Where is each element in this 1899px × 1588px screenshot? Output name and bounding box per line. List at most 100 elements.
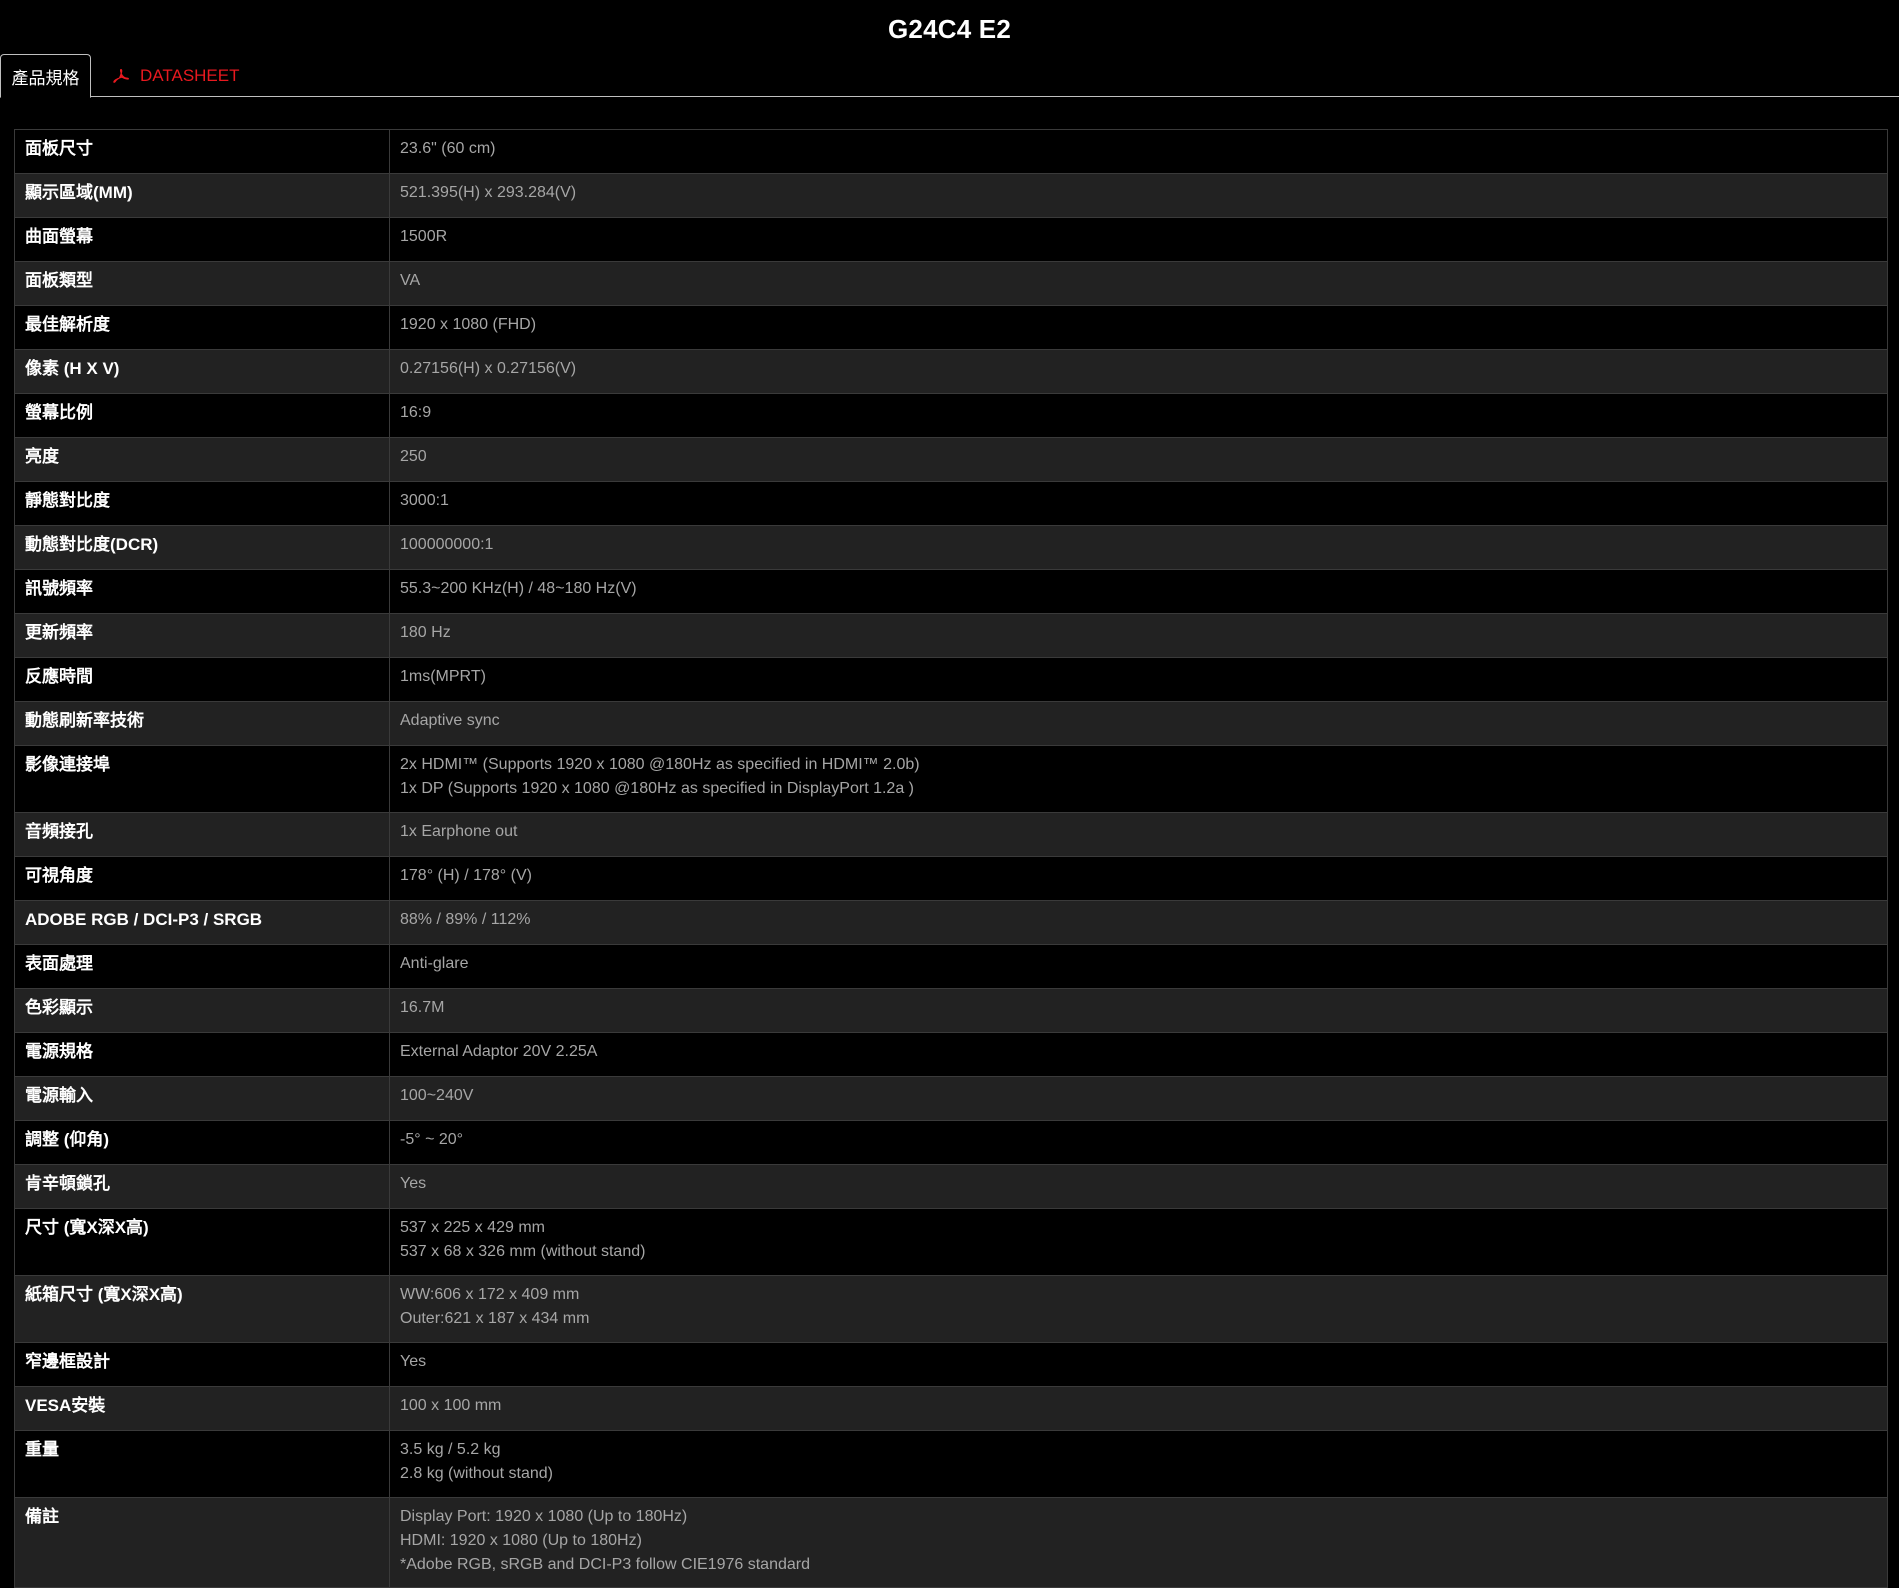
spec-value-line: 55.3~200 KHz(H) / 48~180 Hz(V) — [400, 580, 637, 597]
table-row: 窄邊框設計 Yes — [14, 1342, 1888, 1387]
spec-label: 電源輸入 — [14, 1076, 390, 1121]
spec-value-line: WW:606 x 172 x 409 mm — [400, 1286, 580, 1303]
spec-value-line: 1x DP (Supports 1920 x 1080 @180Hz as sp… — [400, 780, 914, 797]
spec-value: 16.7M — [389, 988, 1888, 1033]
spec-value-line: 178° (H) / 178° (V) — [400, 867, 532, 884]
spec-label: 電源規格 — [14, 1032, 390, 1077]
table-row: ADOBE RGB / DCI-P3 / SRGB 88% / 89% / 112… — [14, 900, 1888, 945]
spec-value: 178° (H) / 178° (V) — [389, 856, 1888, 901]
table-row: VESA安裝 100 x 100 mm — [14, 1386, 1888, 1431]
spec-label: 備註 — [14, 1497, 390, 1588]
spec-value: Anti-glare — [389, 944, 1888, 989]
spec-label: 表面處理 — [14, 944, 390, 989]
table-row: 動態對比度(DCR) 100000000:1 — [14, 525, 1888, 570]
spec-label: 色彩顯示 — [14, 988, 390, 1033]
spec-value: External Adaptor 20V 2.25A — [389, 1032, 1888, 1077]
spec-value: Yes — [389, 1164, 1888, 1209]
table-row: 更新頻率 180 Hz — [14, 613, 1888, 658]
spec-value-line: Outer:621 x 187 x 434 mm — [400, 1310, 590, 1327]
table-row: 影像連接埠 2x HDMI™ (Supports 1920 x 1080 @180… — [14, 745, 1888, 813]
spec-value: 1500R — [389, 217, 1888, 262]
table-row: 像素 (H X V) 0.27156(H) x 0.27156(V) — [14, 349, 1888, 394]
spec-label: 像素 (H X V) — [14, 349, 390, 394]
table-row: 動態刷新率技術 Adaptive sync — [14, 701, 1888, 746]
spec-value: 16:9 — [389, 393, 1888, 438]
spec-label: 窄邊框設計 — [14, 1342, 390, 1387]
spec-value: 3000:1 — [389, 481, 1888, 526]
table-row: 反應時間 1ms(MPRT) — [14, 657, 1888, 702]
spec-value: 1920 x 1080 (FHD) — [389, 305, 1888, 350]
spec-value: 23.6" (60 cm) — [389, 129, 1888, 174]
spec-value: VA — [389, 261, 1888, 306]
spec-value-line: HDMI: 1920 x 1080 (Up to 180Hz) — [400, 1532, 642, 1549]
spec-value-line: 0.27156(H) x 0.27156(V) — [400, 360, 577, 377]
spec-value-line: 180 Hz — [400, 624, 451, 641]
spec-value-line: *Adobe RGB, sRGB and DCI-P3 follow CIE19… — [400, 1556, 810, 1573]
tab-specifications-label: 產品規格 — [11, 68, 80, 88]
table-row: 亮度 250 — [14, 437, 1888, 482]
spec-label: 靜態對比度 — [14, 481, 390, 526]
page-title: G24C4 E2 — [887, 14, 1011, 44]
table-row: 重量 3.5 kg / 5.2 kg 2.8 kg (without stand) — [14, 1430, 1888, 1498]
spec-label: 紙箱尺寸 (寬X深X高) — [14, 1275, 390, 1343]
table-row: 訊號頻率 55.3~200 KHz(H) / 48~180 Hz(V) — [14, 569, 1888, 614]
tab-datasheet[interactable]: DATASHEET — [110, 54, 240, 97]
spec-value: 0.27156(H) x 0.27156(V) — [389, 349, 1888, 394]
table-row: 顯示區域(MM) 521.395(H) x 293.284(V) — [14, 173, 1888, 218]
spec-label: 動態對比度(DCR) — [14, 525, 390, 570]
spec-value-line: Yes — [400, 1353, 427, 1370]
spec-label: 影像連接埠 — [14, 745, 390, 813]
spec-value-line: Display Port: 1920 x 1080 (Up to 180Hz) — [400, 1508, 688, 1525]
spec-value-line: 2x HDMI™ (Supports 1920 x 1080 @180Hz as… — [400, 756, 920, 773]
table-row: 表面處理 Anti-glare — [14, 944, 1888, 989]
spec-label: 反應時間 — [14, 657, 390, 702]
spec-value: WW:606 x 172 x 409 mm Outer:621 x 187 x 4… — [389, 1275, 1888, 1343]
spec-label: 面板類型 — [14, 261, 390, 306]
table-row: 電源規格 External Adaptor 20V 2.25A — [14, 1032, 1888, 1077]
spec-value-line: 100000000:1 — [400, 536, 494, 553]
spec-value-line: 23.6" (60 cm) — [400, 140, 496, 157]
spec-value: 100~240V — [389, 1076, 1888, 1121]
table-row: 肯辛頓鎖孔 Yes — [14, 1164, 1888, 1209]
spec-value-line: 1ms(MPRT) — [400, 668, 486, 685]
spec-value: 521.395(H) x 293.284(V) — [389, 173, 1888, 218]
pdf-icon — [113, 68, 129, 83]
table-row: 可視角度 178° (H) / 178° (V) — [14, 856, 1888, 901]
spec-label: 螢幕比例 — [14, 393, 390, 438]
table-row: 音頻接孔 1x Earphone out — [14, 812, 1888, 857]
spec-value: Display Port: 1920 x 1080 (Up to 180Hz) H… — [389, 1497, 1888, 1588]
tab-bar: 產品規格 DATASHEET — [0, 54, 1899, 98]
spec-label: ADOBE RGB / DCI-P3 / SRGB — [14, 900, 390, 945]
tab-specifications[interactable]: 產品規格 — [0, 54, 91, 98]
spec-value: 180 Hz — [389, 613, 1888, 658]
table-row: 紙箱尺寸 (寬X深X高) WW:606 x 172 x 409 mm Outer:6… — [14, 1275, 1888, 1343]
spec-value: 250 — [389, 437, 1888, 482]
spec-value-line: 537 x 225 x 429 mm — [400, 1219, 545, 1236]
table-row: 最佳解析度 1920 x 1080 (FHD) — [14, 305, 1888, 350]
spec-value: -5° ~ 20° — [389, 1120, 1888, 1165]
spec-value: Adaptive sync — [389, 701, 1888, 746]
spec-value: 100000000:1 — [389, 525, 1888, 570]
spec-label: 訊號頻率 — [14, 569, 390, 614]
spec-value: 88% / 89% / 112% — [389, 900, 1888, 945]
spec-value-line: 2.8 kg (without stand) — [400, 1465, 553, 1482]
table-row: 備註 Display Port: 1920 x 1080 (Up to 180Hz… — [14, 1497, 1888, 1588]
spec-label: 動態刷新率技術 — [14, 701, 390, 746]
table-row: 面板類型 VA — [14, 261, 1888, 306]
spec-value-line: Adaptive sync — [400, 712, 500, 729]
table-row: 面板尺寸 23.6" (60 cm) — [14, 129, 1888, 174]
spec-value: 1ms(MPRT) — [389, 657, 1888, 702]
spec-value-line: 100 x 100 mm — [400, 1397, 502, 1414]
spec-value-line: Anti-glare — [400, 955, 469, 972]
spec-value-line: 1920 x 1080 (FHD) — [400, 316, 537, 333]
spec-value: 1x Earphone out — [389, 812, 1888, 857]
spec-value: 100 x 100 mm — [389, 1386, 1888, 1431]
spec-value-line: 3000:1 — [400, 492, 449, 509]
spec-value-line: 521.395(H) x 293.284(V) — [400, 184, 577, 201]
spec-value-line: Yes — [400, 1175, 427, 1192]
spec-value-line: 100~240V — [400, 1087, 474, 1104]
spec-label: 最佳解析度 — [14, 305, 390, 350]
spec-label: 面板尺寸 — [14, 129, 390, 174]
spec-value-line: 88% / 89% / 112% — [400, 911, 531, 928]
spec-value-line: External Adaptor 20V 2.25A — [400, 1043, 598, 1060]
